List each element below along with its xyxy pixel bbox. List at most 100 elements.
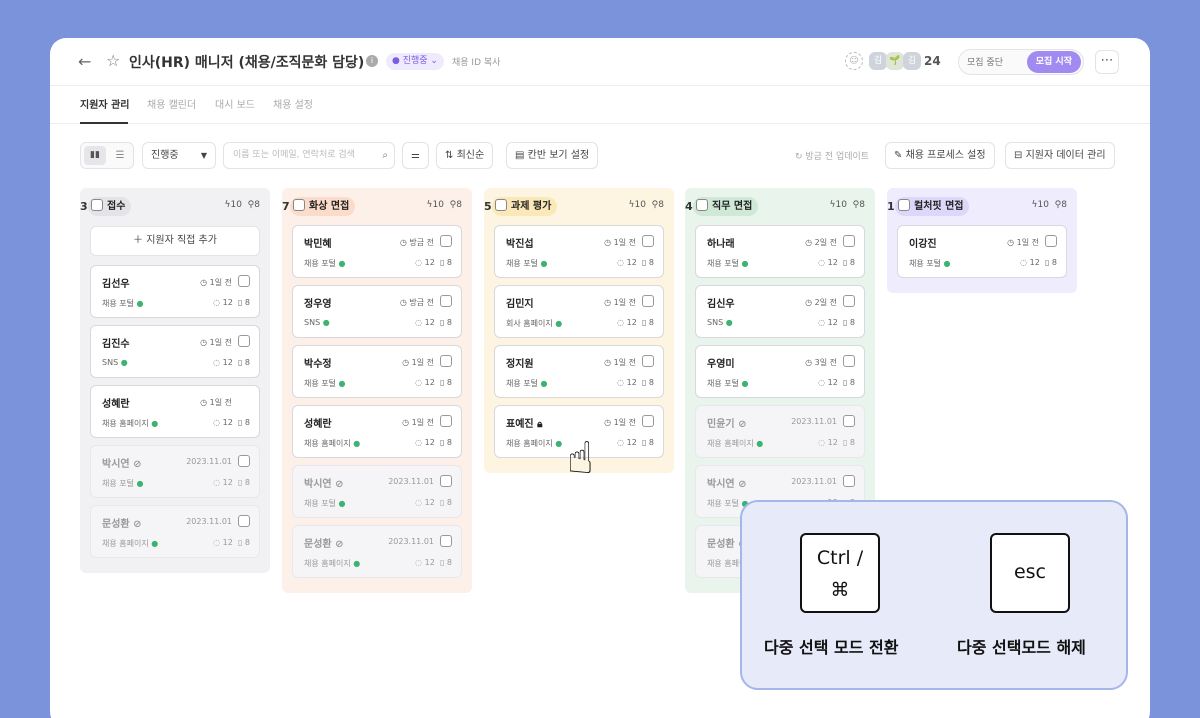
card-checkbox[interactable]: [642, 295, 654, 307]
applicant-name: 성혜란: [304, 415, 332, 430]
star-icon[interactable]: ☆: [106, 51, 120, 70]
card-checkbox[interactable]: [238, 275, 250, 287]
status-label: 진행중: [402, 56, 428, 66]
applicant-card[interactable]: 김진수 ◷ 1일 전 SNS ● ◌ 12 ▯ 8: [90, 325, 260, 378]
applicant-card[interactable]: 성혜란 ◷ 1일 전 채용 홈페이지 ● ◌ 12 ▯ 8: [292, 405, 462, 458]
card-checkbox[interactable]: [440, 355, 452, 367]
stat-a: 10: [432, 200, 444, 210]
card-checkbox[interactable]: [642, 235, 654, 247]
clock-icon: ◷: [604, 298, 612, 307]
back-arrow-icon[interactable]: ←: [78, 52, 91, 71]
card-checkbox[interactable]: [440, 535, 452, 547]
applicant-card[interactable]: 문성환 ⊘ 2023.11.01 채용 홈페이지 ● ◌ 12 ▯ 8: [90, 505, 260, 558]
start-recruit-button[interactable]: 모집 시작: [1026, 51, 1081, 73]
card-checkbox[interactable]: [238, 515, 250, 527]
tab-applicants[interactable]: 지원자 관리: [80, 96, 129, 111]
stop-recruit-button[interactable]: 모집 중단: [967, 55, 1003, 68]
applicant-card[interactable]: 김선우 ◷ 1일 전 채용 포털 ● ◌ 12 ▯ 8: [90, 265, 260, 318]
applicant-card[interactable]: 박수정 ◷ 1일 전 채용 포털 ● ◌ 12 ▯ 8: [292, 345, 462, 398]
avatar[interactable]: 김: [869, 52, 887, 70]
process-settings-button[interactable]: ✎ 채용 프로세스 설정: [885, 142, 995, 169]
column-header[interactable]: 컬처핏 면접: [895, 197, 970, 216]
avatar[interactable]: 김: [903, 52, 921, 70]
filter-settings-icon[interactable]: ⚌: [402, 142, 429, 169]
applicant-source: 채용 포털 ●: [909, 258, 951, 269]
member-count: 24: [924, 54, 941, 68]
add-applicant-label: 지원자 직접 추가: [146, 235, 217, 246]
add-member-icon[interactable]: ☺: [845, 52, 863, 70]
applicant-card[interactable]: 박시연 ⊘ 2023.11.01 채용 포털 ● ◌ 12 ▯ 8: [292, 465, 462, 518]
column-checkbox[interactable]: [293, 199, 305, 211]
column-header[interactable]: 과제 평가: [492, 197, 558, 216]
tab-calendar[interactable]: 채용 캘린더: [147, 96, 196, 111]
add-applicant-button[interactable]: ＋ 지원자 직접 추가: [90, 226, 260, 256]
card-checkbox[interactable]: [440, 475, 452, 487]
card-checkbox[interactable]: [440, 295, 452, 307]
chevron-up-icon[interactable]: ︿: [345, 55, 355, 70]
card-checkbox[interactable]: [843, 295, 855, 307]
verified-icon: ●: [943, 259, 951, 268]
card-checkbox[interactable]: [1045, 235, 1057, 247]
card-checkbox[interactable]: [440, 235, 452, 247]
card-checkbox[interactable]: [642, 355, 654, 367]
column-checkbox[interactable]: [91, 199, 103, 211]
column-stats: ϟ10 ⚲8: [629, 200, 664, 210]
column-count: 4: [685, 200, 693, 213]
column-checkbox[interactable]: [898, 199, 910, 211]
source-text: 채용 포털: [707, 499, 739, 508]
data-manage-button[interactable]: ⊟ 지원자 데이터 관리: [1005, 142, 1115, 169]
document-count: 8: [849, 318, 855, 327]
comment-count: 12: [827, 318, 838, 327]
applicant-card[interactable]: 정우영 ◷ 방금 전 SNS ● ◌ 12 ▯ 8: [292, 285, 462, 338]
column-checkbox[interactable]: [696, 199, 708, 211]
column-header[interactable]: 화상 면접: [290, 197, 356, 216]
applicant-card[interactable]: 이강진 ◷ 1일 전 채용 포털 ● ◌ 12 ▯ 8: [897, 225, 1067, 278]
document-icon: ▯: [439, 438, 445, 447]
applied-time: ◷ 방금 전: [400, 297, 434, 308]
card-checkbox[interactable]: [843, 415, 855, 427]
card-checkbox[interactable]: [642, 415, 654, 427]
avatar[interactable]: 🌱: [886, 52, 904, 70]
applicant-card[interactable]: 민윤기 ⊘ 2023.11.01 채용 홈페이지 ● ◌ 12 ▯ 8: [695, 405, 865, 458]
card-checkbox[interactable]: [238, 455, 250, 467]
applicant-card[interactable]: 우영미 ◷ 3일 전 채용 포털 ● ◌ 12 ▯ 8: [695, 345, 865, 398]
tab-dashboard[interactable]: 대시 보드: [215, 96, 255, 111]
copy-id-link[interactable]: 채용 ID 복사: [452, 55, 500, 68]
column-stats: ϟ10 ⚲8: [427, 200, 462, 210]
status-badge[interactable]: ● 진행중 ⌄: [386, 53, 444, 70]
applicant-name: 문성환 ⊘: [304, 535, 343, 550]
refresh-status[interactable]: ↻ 방금 전 업데이트: [795, 149, 869, 162]
card-checkbox[interactable]: [440, 415, 452, 427]
card-meta: ◌ 12 ▯ 8: [213, 538, 250, 547]
column-header[interactable]: 접수: [88, 197, 132, 216]
applicant-card[interactable]: 박진섭 ◷ 1일 전 채용 포털 ● ◌ 12 ▯ 8: [494, 225, 664, 278]
applicant-card[interactable]: 김신우 ◷ 2일 전 SNS ● ◌ 12 ▯ 8: [695, 285, 865, 338]
card-checkbox[interactable]: [843, 235, 855, 247]
document-count: 8: [446, 378, 452, 387]
applicant-card[interactable]: 박시연 ⊘ 2023.11.01 채용 포털 ● ◌ 12 ▯ 8: [90, 445, 260, 498]
card-checkbox[interactable]: [843, 355, 855, 367]
column-checkbox[interactable]: [495, 199, 507, 211]
status-filter-select[interactable]: 진행중 ▼: [142, 142, 216, 169]
card-meta: ◌ 12 ▯ 8: [415, 258, 452, 267]
applicant-card[interactable]: 성혜란 ◷ 1일 전 채용 홈페이지 ● ◌ 12 ▯ 8: [90, 385, 260, 438]
column-header[interactable]: 직무 면접: [693, 197, 759, 216]
applicant-card[interactable]: 김민지 ◷ 1일 전 회사 홈페이지 ● ◌ 12 ▯ 8: [494, 285, 664, 338]
kanban-settings-button[interactable]: ▤ 칸반 보기 설정: [506, 142, 599, 169]
list-view-icon[interactable]: ☰: [109, 146, 131, 165]
card-checkbox[interactable]: [843, 475, 855, 487]
search-input[interactable]: 이름 또는 이메일, 연락처로 검색 ⌕: [223, 142, 395, 169]
applicant-card[interactable]: 박민혜 ◷ 방금 전 채용 포털 ● ◌ 12 ▯ 8: [292, 225, 462, 278]
info-icon[interactable]: i: [366, 55, 378, 67]
kanban-view-icon[interactable]: ▮▮: [84, 146, 106, 165]
sort-button[interactable]: ⇅ 최신순: [436, 142, 494, 169]
applicant-card[interactable]: 정지원 ◷ 1일 전 채용 포털 ● ◌ 12 ▯ 8: [494, 345, 664, 398]
applicant-card[interactable]: 하나래 ◷ 2일 전 채용 포털 ● ◌ 12 ▯ 8: [695, 225, 865, 278]
stat-a: 10: [634, 200, 646, 210]
card-meta: ◌ 12 ▯ 8: [818, 258, 855, 267]
tab-settings[interactable]: 채용 설정: [273, 96, 313, 111]
more-options-icon[interactable]: ⋯: [1095, 50, 1119, 74]
card-checkbox[interactable]: [238, 335, 250, 347]
applicant-card[interactable]: 문성환 ⊘ 2023.11.01 채용 홈페이지 ● ◌ 12 ▯ 8: [292, 525, 462, 578]
applied-time-text: 2023.11.01: [186, 517, 232, 526]
